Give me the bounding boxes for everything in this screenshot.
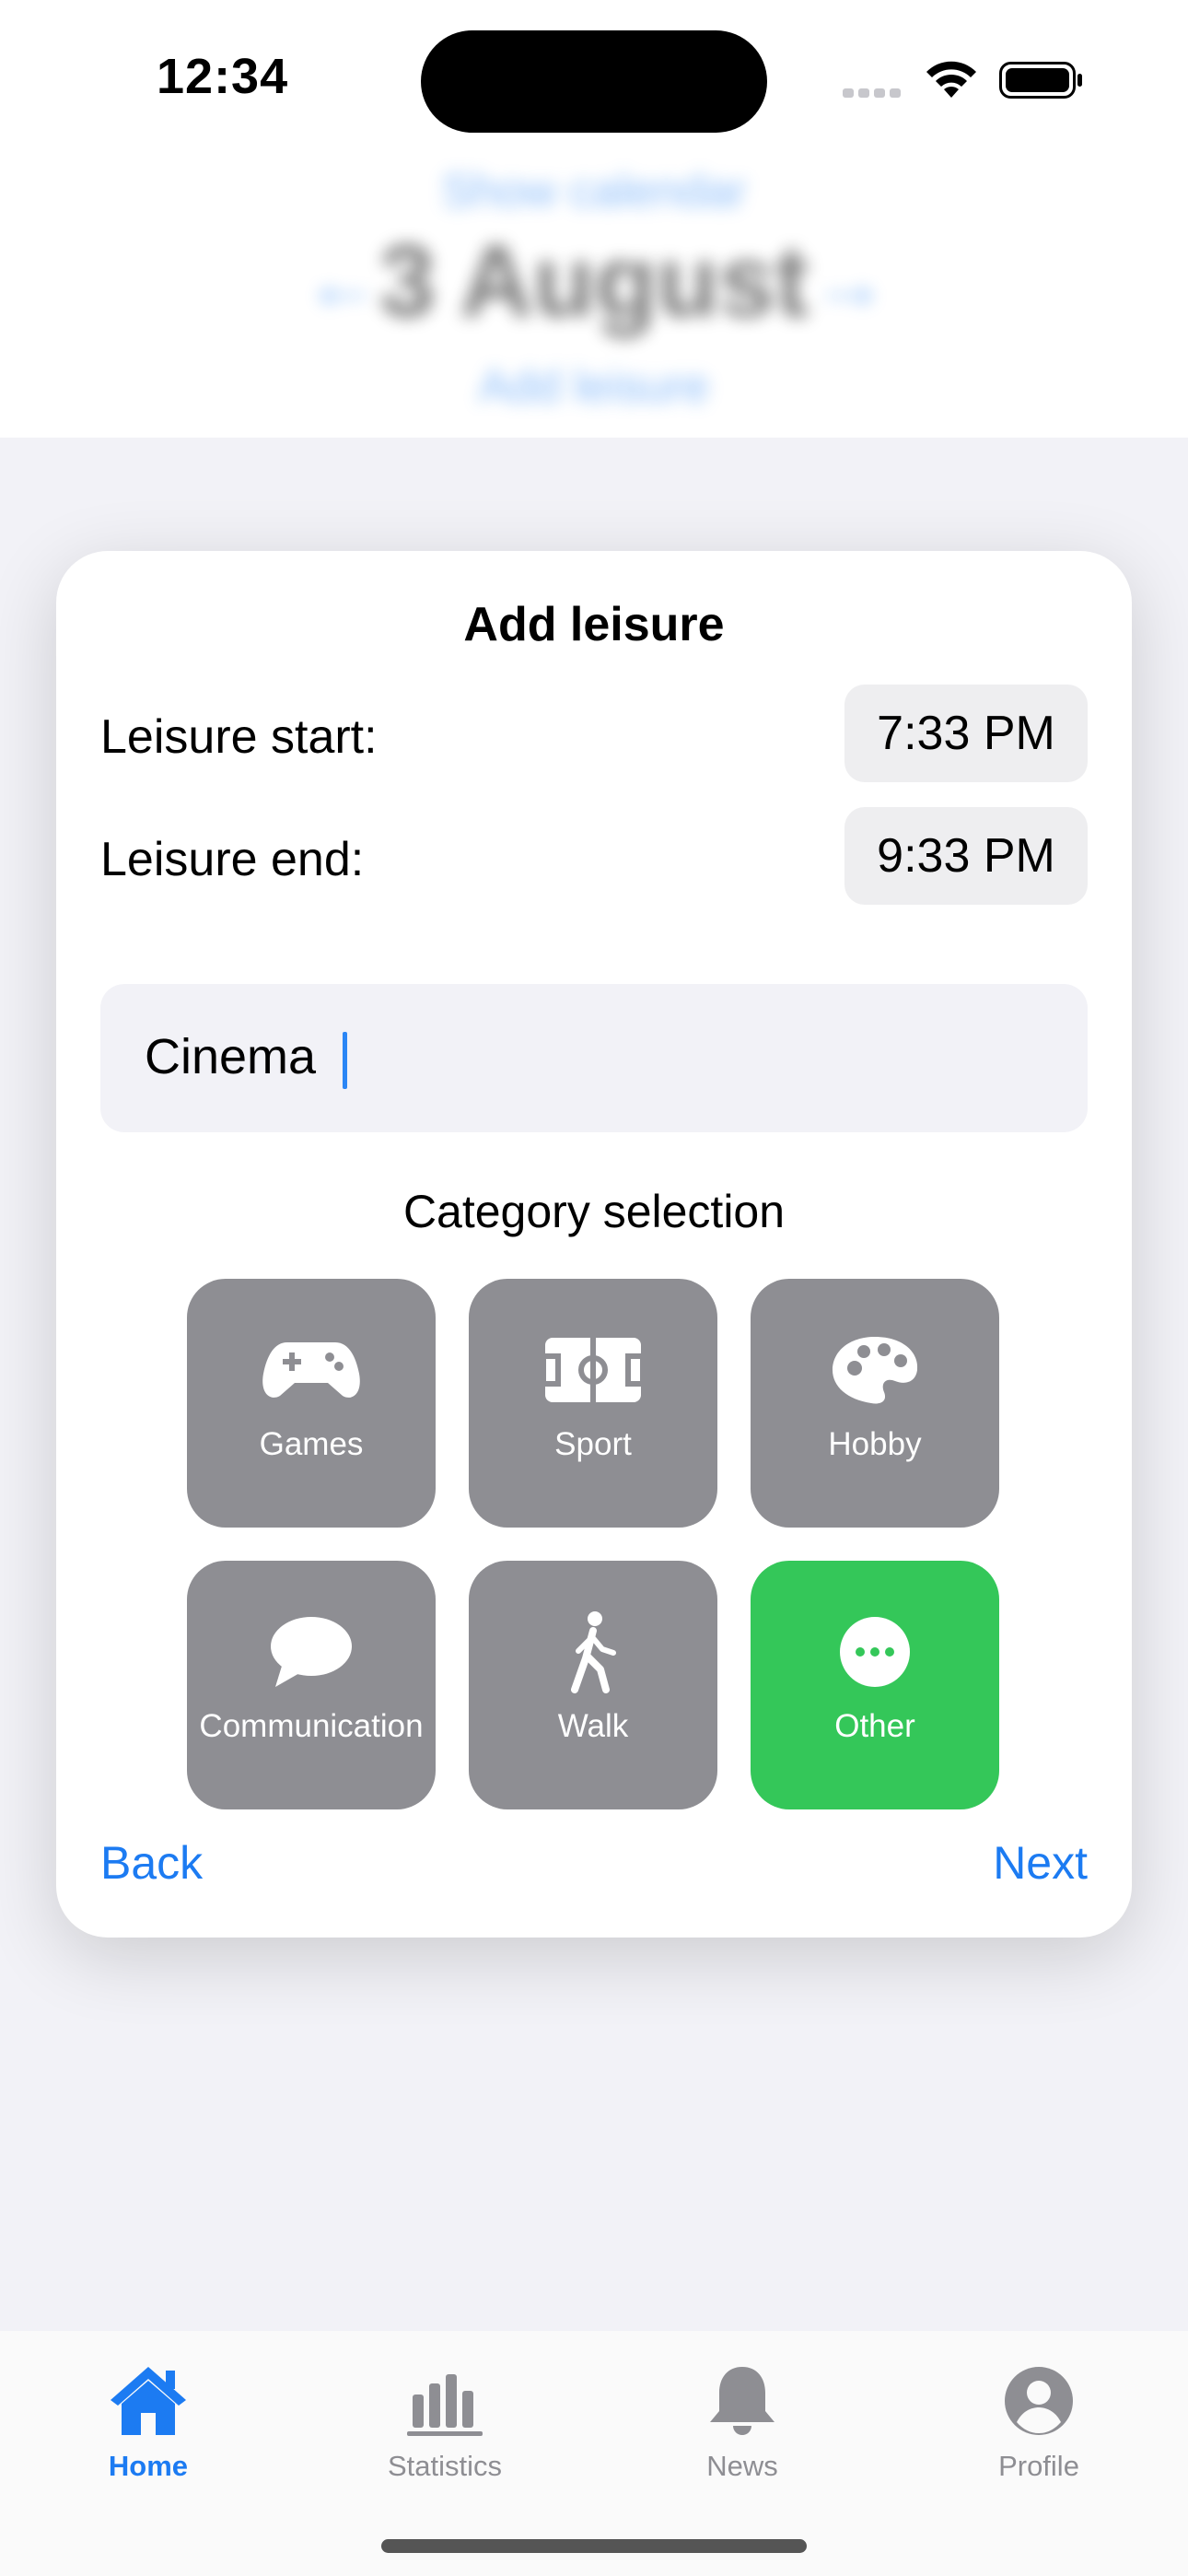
modal-title: Add leisure <box>463 598 725 651</box>
current-date: 3 August <box>379 225 809 338</box>
category-grid: Games Sport Hobby Communication Walk Oth… <box>187 1279 999 1809</box>
tab-label: Home <box>108 2450 189 2482</box>
home-indicator[interactable] <box>381 2539 807 2553</box>
category-sport-button[interactable]: Sport <box>469 1279 717 1528</box>
category-games-button[interactable]: Games <box>187 1279 436 1528</box>
tab-label: Statistics <box>387 2450 503 2482</box>
leisure-end-time-picker[interactable]: 9:33 PM <box>844 807 1088 905</box>
category-communication-button[interactable]: Communication <box>187 1561 436 1809</box>
category-label: Hobby <box>828 1426 922 1462</box>
category-heading: Category selection <box>402 1186 786 1237</box>
next-button[interactable]: Next <box>993 1836 1088 1890</box>
calendar-header: Show calendar ← 3 August → Add leisure <box>0 138 1188 438</box>
leisure-start-time-picker[interactable]: 7:33 PM <box>844 685 1088 782</box>
tab-label: News <box>706 2450 778 2482</box>
leisure-start-label: Leisure start: <box>100 710 378 764</box>
cellular-signal-icon <box>843 86 907 98</box>
paintpalette-icon <box>820 1329 930 1411</box>
leisure-name-value: Cinema <box>145 1029 317 1084</box>
gamecontroller-icon <box>256 1329 367 1411</box>
bell-icon <box>710 2367 775 2435</box>
category-hobby-button[interactable]: Hobby <box>751 1279 999 1528</box>
figure-walk-icon <box>538 1610 648 1693</box>
category-label: Walk <box>557 1708 629 1744</box>
tab-profile[interactable]: Profile <box>947 2363 1131 2483</box>
show-calendar-link[interactable]: Show calendar <box>0 164 1188 217</box>
category-other-button[interactable]: Other <box>751 1561 999 1809</box>
house-icon <box>111 2367 186 2435</box>
text-caret <box>343 1032 347 1089</box>
status-time: 12:34 <box>157 49 289 104</box>
dynamic-island <box>421 30 767 133</box>
person-circle-icon <box>1005 2367 1073 2435</box>
next-day-arrow[interactable]: → <box>810 238 888 327</box>
ellipsis-circle-icon <box>820 1610 930 1693</box>
leisure-name-input[interactable]: Cinema <box>100 984 1088 1132</box>
leisure-end-label: Leisure end: <box>100 833 365 886</box>
category-label: Sport <box>554 1426 632 1462</box>
tab-statistics[interactable]: Statistics <box>353 2363 537 2483</box>
sportscourt-icon <box>538 1329 648 1411</box>
back-button[interactable]: Back <box>100 1836 203 1890</box>
speech-bubble-icon <box>256 1610 367 1693</box>
add-leisure-link[interactable]: Add leisure <box>0 359 1188 413</box>
tab-home[interactable]: Home <box>56 2363 240 2483</box>
category-walk-button[interactable]: Walk <box>469 1561 717 1809</box>
category-label: Games <box>259 1426 364 1462</box>
chart-bar-icon <box>407 2374 483 2436</box>
wifi-icon <box>926 61 976 98</box>
add-leisure-modal: Add leisure Leisure start: 7:33 PM Leisu… <box>56 551 1132 1938</box>
category-label: Communication <box>199 1708 424 1744</box>
tab-label: Profile <box>998 2450 1079 2482</box>
battery-icon <box>999 62 1082 99</box>
tab-news[interactable]: News <box>650 2363 834 2483</box>
status-bar: 12:34 <box>0 0 1188 138</box>
category-label: Other <box>834 1708 915 1744</box>
